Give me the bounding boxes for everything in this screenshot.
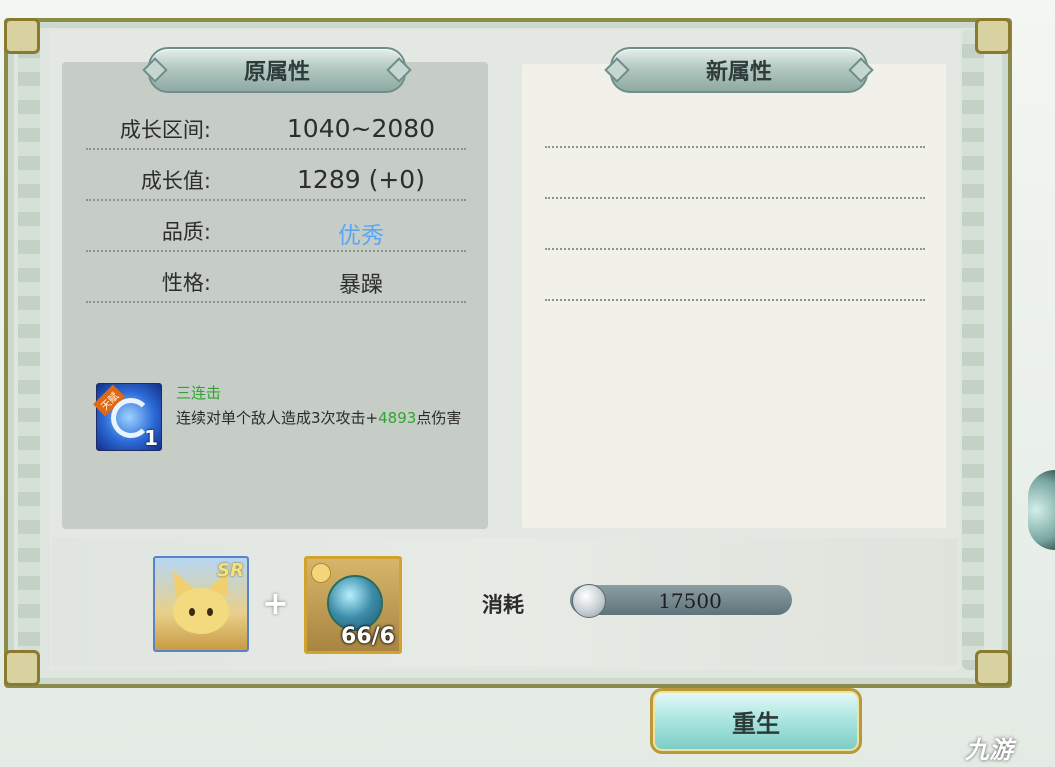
watermark-logo: 九游: [965, 736, 1013, 764]
pet-card[interactable]: SR: [153, 556, 249, 652]
original-attributes-title: 原属性: [148, 47, 406, 93]
coin-icon: [311, 563, 331, 583]
left-ornament: [18, 30, 40, 670]
skill-level: 1: [144, 426, 158, 450]
skill-name: 三连击: [176, 384, 222, 402]
new-attributes-panel: [522, 64, 946, 528]
corner-ornament-top-right: [975, 18, 1011, 54]
cost-value: 17500: [658, 589, 722, 613]
new-attributes-title: 新属性: [610, 47, 868, 93]
swirl-skill-icon[interactable]: 天赋 1: [93, 383, 162, 451]
silver-coin-icon: [572, 584, 606, 618]
quality-label: 品质:: [161, 220, 211, 244]
personality-value: 暴躁: [338, 273, 383, 298]
right-ornament: [962, 30, 984, 670]
growth-range-label: 成长区间:: [119, 118, 211, 142]
new-attribute-row-1: [545, 144, 925, 148]
growth-range-value: 1040~2080: [286, 114, 436, 143]
side-handle-icon[interactable]: [1028, 470, 1055, 550]
sr-rarity-badge: SR: [217, 560, 244, 581]
new-attribute-row-2: [545, 195, 925, 199]
pet-portrait: [173, 588, 229, 634]
quality-row: 品质: 优秀: [86, 210, 466, 252]
skill-desc-suffix: 点伤害: [416, 409, 462, 427]
item-count: 66/6: [341, 624, 395, 649]
quality-value: 优秀: [338, 223, 384, 249]
new-attribute-row-3: [545, 246, 925, 250]
growth-range-row: 成长区间: 1040~2080: [86, 108, 466, 150]
personality-row: 性格: 暴躁: [86, 261, 466, 303]
item-card[interactable]: 66/6: [304, 556, 402, 654]
skill-description: 连续对单个敌人造成3次攻击+4893点伤害: [176, 407, 461, 428]
corner-ornament-bottom-right: [975, 650, 1011, 686]
cost-bar: 17500: [570, 584, 792, 618]
rebirth-button[interactable]: 重生: [650, 688, 862, 754]
corner-ornament-bottom-left: [4, 650, 40, 686]
plus-icon: +: [262, 584, 289, 622]
skill-damage-number: 4893: [378, 409, 417, 427]
corner-ornament-top-left: [4, 18, 40, 54]
growth-value-row: 成长值: 1289 (+0): [86, 159, 466, 201]
cost-label: 消耗: [482, 593, 524, 617]
orb-item-icon: [327, 575, 383, 631]
growth-value-label: 成长值:: [140, 169, 211, 193]
skill-desc-prefix: 连续对单个敌人造成3次攻击+: [176, 409, 379, 427]
new-attribute-row-4: [545, 297, 925, 301]
growth-value-value: 1289 (+0): [297, 165, 425, 194]
personality-label: 性格:: [161, 271, 211, 295]
